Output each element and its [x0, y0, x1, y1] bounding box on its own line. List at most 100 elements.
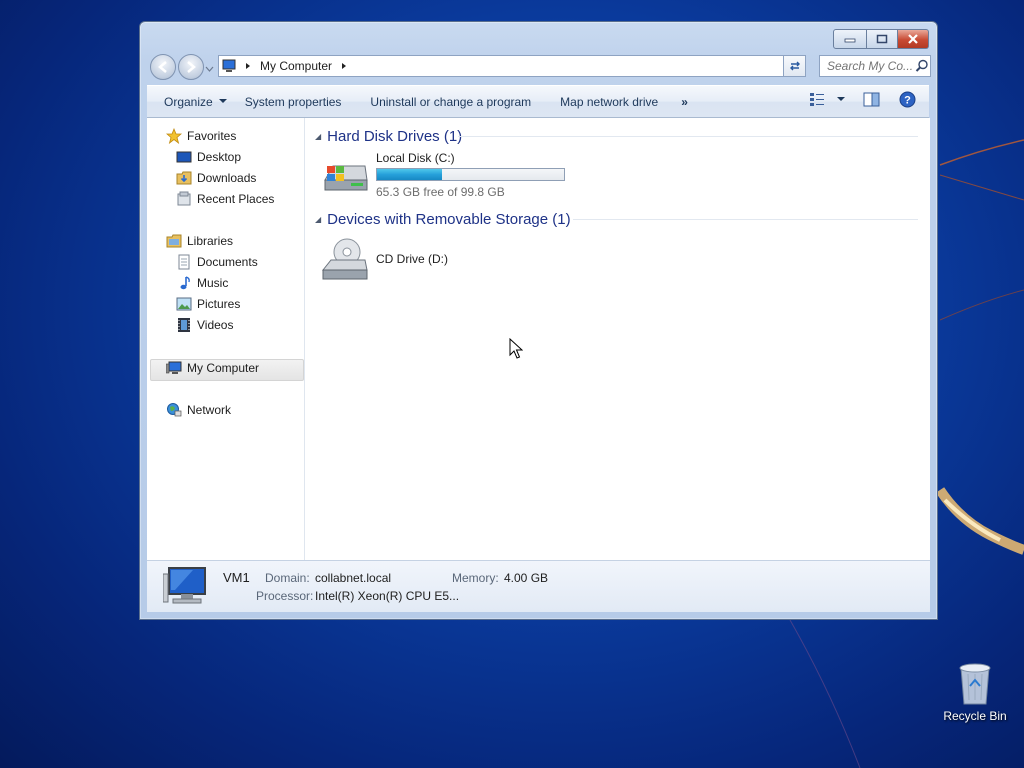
- nav-item-documents[interactable]: Documents: [176, 252, 258, 272]
- mouse-cursor-icon: [509, 338, 523, 359]
- nav-label-recent-places: Recent Places: [197, 192, 275, 206]
- minimize-icon: [844, 38, 856, 43]
- drive-free-space-c: 65.3 GB free of 99.8 GB: [376, 185, 505, 199]
- nav-item-music[interactable]: Music: [176, 273, 228, 293]
- close-button[interactable]: [898, 29, 929, 49]
- maximize-button[interactable]: [867, 29, 898, 49]
- cd-drive-icon: [321, 238, 368, 280]
- preview-pane-icon: [863, 92, 880, 107]
- search-input[interactable]: [825, 58, 915, 74]
- pictures-icon: [176, 296, 192, 312]
- address-bar[interactable]: My Computer: [218, 55, 806, 77]
- libraries-icon: [166, 233, 182, 249]
- organize-label: Organize: [164, 94, 213, 109]
- nav-item-pictures[interactable]: Pictures: [176, 294, 240, 314]
- drive-name-c: Local Disk (C:): [376, 151, 455, 165]
- chevron-down-icon: [218, 99, 227, 103]
- recent-places-icon: [176, 191, 192, 207]
- drive-usage-fill-c: [377, 169, 442, 180]
- chevron-down-icon: [837, 96, 845, 101]
- star-icon: [166, 128, 182, 144]
- navigation-bar: My Computer: [148, 52, 931, 82]
- navigation-pane: Favorites Desktop Downloads Recent Place…: [147, 118, 305, 560]
- address-path: My Computer: [260, 59, 333, 73]
- nav-label-favorites: Favorites: [187, 129, 237, 143]
- desktop-icon: [176, 149, 192, 165]
- collapse-triangle-icon: ◢: [315, 131, 322, 141]
- svg-text:?: ?: [904, 95, 911, 107]
- nav-item-favorites[interactable]: Favorites: [166, 126, 236, 146]
- back-button[interactable]: [150, 54, 176, 80]
- forward-button[interactable]: [178, 54, 204, 80]
- computer-name: VM1: [223, 570, 250, 585]
- domain-value: collabnet.local: [315, 571, 392, 585]
- forward-arrow-icon: [187, 61, 196, 73]
- search-box[interactable]: [819, 55, 931, 77]
- help-button[interactable]: ?: [899, 91, 916, 111]
- group-header-removable[interactable]: ◢ Devices with Removable Storage (1): [315, 209, 571, 229]
- help-icon: ?: [899, 91, 916, 108]
- domain-label: Domain:: [265, 571, 310, 585]
- processor-label: Processor:: [256, 589, 314, 603]
- nav-label-network: Network: [187, 403, 232, 417]
- nav-label-videos: Videos: [197, 318, 234, 332]
- nav-label-downloads: Downloads: [197, 171, 257, 185]
- nav-label-documents: Documents: [197, 255, 258, 269]
- nav-item-videos[interactable]: Videos: [176, 315, 233, 335]
- nav-item-desktop[interactable]: Desktop: [176, 147, 241, 167]
- command-bar: Organize System properties Uninstall or …: [147, 85, 929, 118]
- organize-button[interactable]: Organize: [147, 91, 236, 113]
- videos-film-icon: [176, 317, 192, 333]
- memory-value: 4.00 GB: [504, 571, 549, 585]
- drive-usage-bar-c: [376, 168, 565, 181]
- nav-item-my-computer[interactable]: My Computer: [166, 358, 259, 378]
- search-icon: [915, 59, 928, 72]
- breadcrumb-arrow-icon: [246, 63, 250, 69]
- nav-label-libraries: Libraries: [187, 234, 234, 248]
- recycle-bin-label: Recycle Bin: [943, 709, 1007, 723]
- maximize-icon: [876, 34, 888, 44]
- processor-value: Intel(R) Xeon(R) CPU E5...: [315, 589, 460, 603]
- group-header-hard-disk[interactable]: ◢ Hard Disk Drives (1): [315, 126, 462, 146]
- nav-item-downloads[interactable]: Downloads: [176, 168, 256, 188]
- preview-pane-button[interactable]: [863, 92, 880, 110]
- chevron-down-icon: [205, 66, 214, 72]
- change-view-button[interactable]: [809, 92, 845, 106]
- refresh-button[interactable]: [783, 55, 806, 77]
- system-properties-button[interactable]: System properties: [236, 91, 351, 113]
- recent-pages-dropdown[interactable]: [205, 61, 214, 75]
- details-pane: VM1 Domain: collabnet.local Memory: 4.00…: [147, 560, 930, 612]
- uninstall-program-button[interactable]: Uninstall or change a program: [350, 91, 540, 113]
- memory-label: Memory:: [452, 571, 499, 585]
- more-commands-button[interactable]: »: [667, 91, 697, 113]
- recycle-bin-icon: [959, 663, 991, 705]
- network-globe-icon: [166, 402, 182, 418]
- group-title-removable: Devices with Removable Storage (1): [327, 210, 571, 228]
- close-icon: [908, 34, 918, 44]
- drive-item-c[interactable]: Local Disk (C:) 65.3 GB free of 99.8 GB: [321, 148, 581, 199]
- nav-item-libraries[interactable]: Libraries: [166, 231, 233, 251]
- refresh-icon: [789, 61, 800, 71]
- nav-label-pictures: Pictures: [197, 297, 241, 311]
- music-note-icon: [176, 275, 192, 291]
- view-options-icon: [810, 93, 824, 106]
- explorer-window: My Computer Organize System properties U…: [139, 21, 938, 620]
- nav-label-my-computer: My Computer: [187, 361, 260, 375]
- nav-item-recent-places[interactable]: Recent Places: [176, 189, 274, 209]
- recycle-bin-desktop-icon[interactable]: Recycle Bin: [943, 660, 1007, 723]
- documents-icon: [176, 254, 192, 270]
- drive-name-d: CD Drive (D:): [376, 252, 448, 266]
- file-list: ◢ Hard Disk Drives (1) Local Disk (C:) 6…: [305, 118, 930, 560]
- downloads-folder-icon: [176, 170, 192, 186]
- breadcrumb-arrow-icon: [342, 63, 347, 69]
- back-arrow-icon: [158, 61, 167, 73]
- uninstall-label: Uninstall or change a program: [370, 94, 532, 109]
- system-properties-label: System properties: [244, 94, 342, 109]
- minimize-button[interactable]: [833, 29, 867, 49]
- map-network-drive-button[interactable]: Map network drive: [540, 91, 667, 113]
- group-divider: [573, 219, 918, 220]
- nav-label-music: Music: [197, 276, 229, 290]
- drive-item-d[interactable]: CD Drive (D:): [321, 236, 501, 286]
- nav-item-network[interactable]: Network: [166, 400, 231, 420]
- computer-icon: [222, 59, 236, 72]
